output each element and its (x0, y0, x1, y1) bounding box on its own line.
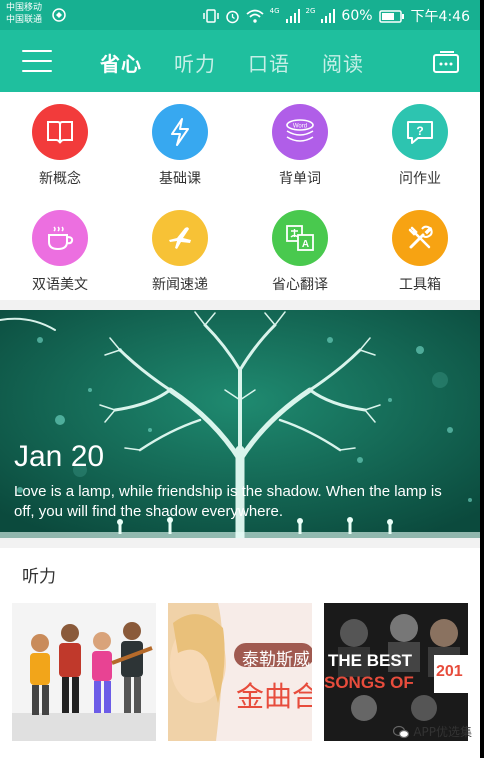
card-text-2: SONGS OF (324, 673, 414, 692)
card-text-1: THE BEST (328, 651, 413, 670)
grid-item-label: 双语美文 (32, 277, 88, 293)
tab-kouyu[interactable]: 口语 (248, 48, 290, 77)
listening-card-best-songs[interactable]: THE BEST SONGS OF 201 (324, 603, 468, 741)
network-type-2: 2G (305, 7, 316, 15)
tab-tingli[interactable]: 听力 (174, 48, 216, 77)
lightning-icon (152, 104, 208, 160)
grid-item-beidanci[interactable]: Word 背单词 (240, 104, 360, 188)
card-text-3: 201 (436, 663, 463, 680)
clock: 下午4:46 (410, 9, 470, 25)
battery-percent: 60% (341, 8, 373, 24)
card-text-1: 泰勒斯威 (242, 650, 310, 670)
sim-status-icon (52, 8, 66, 22)
menu-icon-line (22, 70, 52, 72)
vibrate-icon (202, 9, 219, 23)
grid-item-wenzuoye[interactable]: ? 问作业 (360, 104, 480, 188)
grid-item-label: 背单词 (279, 171, 321, 187)
carrier-2: 中国联通 (6, 15, 43, 25)
coffee-cup-icon (32, 210, 88, 266)
grid-item-xinwensudi[interactable]: 新闻速递 (120, 210, 240, 294)
grid-item-label: 基础课 (159, 171, 201, 187)
app-screen: 中国移动 中国联通 4G 2G 60% 下午4:46 省心 听力 口语 阅读 新… (0, 0, 480, 758)
taylor-photo (168, 603, 312, 741)
banner-date: Jan 20 (14, 440, 105, 473)
grid-item-label: 新闻速递 (152, 277, 208, 293)
feature-grid: 新概念 基础课 Word 背单词 ? 问作业 双语美文 新闻速递 A 省心翻译 … (0, 92, 480, 300)
main-tabs: 省心 听力 口语 阅读 (100, 48, 364, 77)
grid-item-shuangyumeiwen[interactable]: 双语美文 (0, 210, 120, 294)
grid-item-label: 新概念 (39, 171, 81, 187)
top-nav-bar: 省心 听力 口语 阅读 (0, 30, 480, 92)
screen-edge (480, 0, 484, 758)
status-bar: 中国移动 中国联通 4G 2G 60% 下午4:46 (0, 0, 480, 30)
daily-quote-banner[interactable]: Jan 20 Love is a lamp, while friendship … (0, 310, 480, 538)
signal-icon-1 (285, 9, 300, 23)
grid-item-gongjuxiang[interactable]: 工具箱 (360, 210, 480, 294)
tab-yuedu[interactable]: 阅读 (322, 48, 364, 77)
airplane-icon (152, 210, 208, 266)
menu-button[interactable] (22, 50, 52, 72)
band-photo (12, 603, 156, 741)
menu-icon-line (22, 60, 52, 62)
message-icon[interactable] (432, 50, 460, 74)
word-icon-text: Word (293, 124, 307, 130)
grid-item-shengxinfanyi[interactable]: A 省心翻译 (240, 210, 360, 294)
listening-card-band[interactable] (12, 603, 156, 741)
listening-card-taylor[interactable]: 泰勒斯威 金曲合 (168, 603, 312, 741)
wifi-icon (246, 9, 264, 23)
word-stack-icon: Word (272, 104, 328, 160)
wechat-icon (393, 725, 410, 738)
grid-item-label: 省心翻译 (272, 277, 328, 293)
translate-icon-letter: A (302, 239, 309, 250)
network-type-1: 4G (269, 7, 280, 15)
card-text-2: 金曲合 (236, 680, 312, 713)
alarm-icon (225, 10, 239, 23)
tools-icon (392, 210, 448, 266)
carrier-1: 中国移动 (6, 3, 43, 13)
banner-quote: Love is a lamp, while friendship is the … (14, 483, 442, 520)
menu-icon-line (22, 50, 52, 52)
watermark-text: APP优选集 (413, 725, 472, 739)
grid-item-label: 问作业 (399, 171, 441, 187)
carrier-labels: 中国移动 中国联通 (6, 2, 42, 26)
section-title: 听力 (22, 567, 56, 587)
status-icons: 4G 2G 60% 下午4:46 (202, 6, 470, 26)
battery-icon (378, 9, 404, 23)
signal-icon-2 (321, 9, 336, 23)
watermark: APP优选集 (393, 723, 472, 740)
listening-section: 听力 泰勒斯威 金曲合 THE BEST SONGS OF 201 APP优选集 (0, 548, 480, 758)
grid-item-xingainian[interactable]: 新概念 (0, 104, 120, 188)
grid-item-jichuke[interactable]: 基础课 (120, 104, 240, 188)
book-icon (32, 104, 88, 160)
translate-icon: A (272, 210, 328, 266)
tab-shengxin[interactable]: 省心 (100, 48, 142, 77)
grid-item-label: 工具箱 (399, 277, 441, 293)
question-bubble-icon: ? (392, 104, 448, 160)
question-mark-text: ? (416, 124, 423, 138)
